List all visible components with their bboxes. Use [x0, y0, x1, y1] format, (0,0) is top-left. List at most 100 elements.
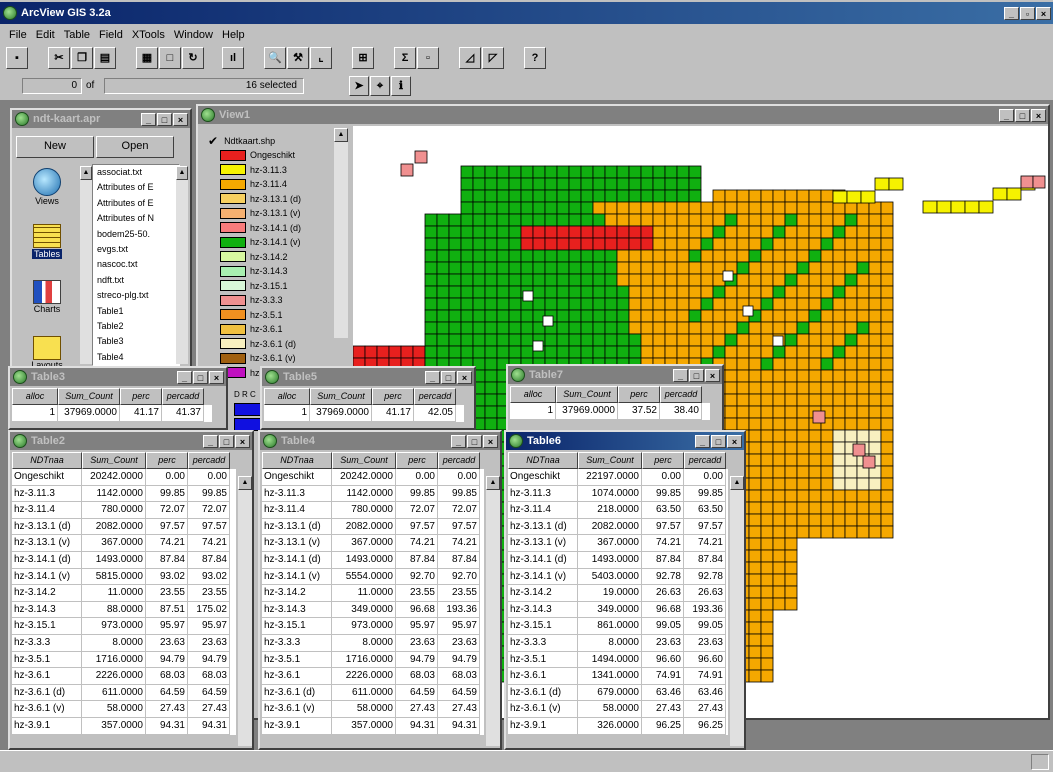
- table-row[interactable]: hz-3.14.3 88.0000 87.51 175.02: [12, 601, 236, 619]
- maximize-icon[interactable]: □: [219, 434, 234, 448]
- table-row[interactable]: hz-3.6.1 2226.0000 68.03 68.03: [262, 668, 484, 685]
- calculate-icon[interactable]: ▫: [417, 47, 439, 69]
- column-header[interactable]: Sum_Count: [556, 386, 618, 403]
- document-list-item[interactable]: associat.txt: [97, 165, 179, 180]
- minimize-icon[interactable]: _: [451, 434, 466, 448]
- sort-descending-icon[interactable]: ◸: [482, 47, 504, 69]
- column-header[interactable]: NDTnaa: [12, 452, 82, 469]
- column-header[interactable]: perc: [642, 452, 684, 469]
- table-row[interactable]: hz-3.11.3 1142.0000 99.85 99.85: [262, 485, 484, 503]
- legend-item[interactable]: hz-3.15.1: [200, 279, 348, 294]
- table-row[interactable]: hz-3.14.1 (v) 5554.0000 92.70 92.70: [262, 568, 484, 586]
- doc-type-layouts[interactable]: Layouts: [16, 336, 78, 368]
- column-header[interactable]: alloc: [12, 388, 58, 405]
- app-title-bar[interactable]: ArcView GIS 3.2a _ ▫ ×: [0, 2, 1053, 24]
- view-title-bar[interactable]: View1 _ □ ×: [198, 106, 1048, 124]
- table-row[interactable]: hz-3.14.1 (v) 5403.0000 92.78 92.78: [508, 568, 728, 586]
- table-row[interactable]: hz-3.14.2 19.0000 26.63 26.63: [508, 585, 728, 602]
- table-row[interactable]: hz-3.5.1 1716.0000 94.79 94.79: [262, 651, 484, 669]
- table5-title-bar[interactable]: Table5 _ □ ×: [262, 368, 474, 386]
- table6-title-bar[interactable]: Table6 _ □ ×: [506, 432, 744, 450]
- table2-title-bar[interactable]: Table2 _ □ ×: [10, 432, 252, 450]
- close-icon[interactable]: ×: [173, 112, 188, 126]
- column-header[interactable]: percadd: [414, 388, 456, 405]
- document-list-item[interactable]: Attributes of E: [97, 196, 179, 211]
- table-row[interactable]: hz-3.5.1 1716.0000 94.79 94.79: [12, 651, 236, 669]
- document-list-item[interactable]: Table3: [97, 334, 179, 349]
- legend-item[interactable]: hz-3.6.1: [200, 322, 348, 337]
- table-row[interactable]: hz-3.15.1 973.0000 95.97 95.97: [262, 618, 484, 635]
- save-icon[interactable]: ▪: [6, 47, 28, 69]
- document-list-item[interactable]: Table4: [97, 350, 179, 365]
- table-row[interactable]: hz-3.13.1 (d) 2082.0000 97.57 97.57: [508, 518, 728, 536]
- table-row[interactable]: 1 37969.0000 41.17 42.05: [264, 405, 464, 422]
- column-header[interactable]: Sum_Count: [578, 452, 642, 469]
- table-row[interactable]: hz-3.13.1 (d) 2082.0000 97.57 97.57: [262, 518, 484, 536]
- document-list-item[interactable]: Attributes of E: [97, 180, 179, 195]
- table-row[interactable]: hz-3.13.1 (d) 2082.0000 97.57 97.57: [12, 518, 236, 536]
- paste-icon[interactable]: ▤: [94, 47, 116, 69]
- promote-icon[interactable]: ⌞: [310, 47, 332, 69]
- table-row[interactable]: hz-3.3.3 8.0000 23.63 23.63: [262, 634, 484, 652]
- document-list-item[interactable]: ndft.txt: [97, 273, 179, 288]
- column-header[interactable]: perc: [372, 388, 414, 405]
- table-row[interactable]: hz-3.14.3 349.0000 96.68 193.36: [508, 601, 728, 619]
- restore-icon[interactable]: ▫: [1020, 6, 1035, 20]
- table4-scrollbar[interactable]: ▲: [486, 476, 500, 746]
- maximize-icon[interactable]: □: [689, 368, 704, 382]
- toc-scrollbar[interactable]: ▲: [334, 128, 348, 338]
- document-list-item[interactable]: nascoc.txt: [97, 257, 179, 272]
- menu-file[interactable]: File: [9, 29, 27, 41]
- document-list-item[interactable]: Table1: [97, 304, 179, 319]
- layer-header[interactable]: ✔ Ndtkaart.shp: [200, 134, 348, 148]
- legend-item[interactable]: hz-3.13.1 (v): [200, 206, 348, 221]
- legend-item[interactable]: hz-3.6.1 (v): [200, 351, 348, 366]
- minimize-icon[interactable]: _: [1004, 6, 1019, 20]
- legend-item[interactable]: hz-3.3.3: [200, 293, 348, 308]
- cut-icon[interactable]: ✂: [48, 47, 70, 69]
- column-header[interactable]: perc: [120, 388, 162, 405]
- table-row[interactable]: hz-3.9.1 326.0000 96.25 96.25: [508, 717, 728, 735]
- table-row[interactable]: hz-3.11.4 780.0000 72.07 72.07: [262, 502, 484, 519]
- table-row[interactable]: hz-3.6.1 (v) 58.0000 27.43 27.43: [12, 701, 236, 718]
- table-row[interactable]: hz-3.6.1 (v) 58.0000 27.43 27.43: [262, 701, 484, 718]
- column-header[interactable]: alloc: [510, 386, 556, 403]
- project-title-bar[interactable]: ndt-kaart.apr _ □ ×: [12, 110, 190, 128]
- copy-icon[interactable]: ❐: [71, 47, 93, 69]
- table-row[interactable]: hz-3.5.1 1494.0000 96.60 96.60: [508, 651, 728, 669]
- table-row[interactable]: hz-3.14.1 (v) 5815.0000 93.02 93.02: [12, 568, 236, 586]
- layer-visible-checkbox[interactable]: ✔: [208, 134, 218, 148]
- pointer-tool-icon[interactable]: ➤: [349, 76, 369, 96]
- close-icon[interactable]: ×: [457, 370, 472, 384]
- close-icon[interactable]: ×: [483, 434, 498, 448]
- legend-item[interactable]: hz-3.14.2: [200, 250, 348, 265]
- table-row[interactable]: hz-3.6.1 (d) 611.0000 64.59 64.59: [12, 684, 236, 702]
- table6-scrollbar[interactable]: ▲: [730, 476, 744, 746]
- close-icon[interactable]: ×: [705, 368, 720, 382]
- table-row[interactable]: hz-3.11.3 1074.0000 99.85 99.85: [508, 485, 728, 503]
- scroll-up-icon[interactable]: ▲: [486, 476, 500, 490]
- table-row[interactable]: hz-3.13.1 (v) 367.0000 74.21 74.21: [12, 535, 236, 552]
- table-row[interactable]: hz-3.13.1 (v) 367.0000 74.21 74.21: [508, 535, 728, 552]
- table2-scrollbar[interactable]: ▲: [238, 476, 252, 746]
- column-header[interactable]: Sum_Count: [58, 388, 120, 405]
- column-header[interactable]: perc: [396, 452, 438, 469]
- legend-item[interactable]: Ongeschikt: [200, 148, 348, 163]
- minimize-icon[interactable]: _: [695, 434, 710, 448]
- column-header[interactable]: perc: [618, 386, 660, 403]
- legend-item[interactable]: hz-3.14.3: [200, 264, 348, 279]
- chart-icon[interactable]: ıl: [222, 47, 244, 69]
- select-none-icon[interactable]: □: [159, 47, 181, 69]
- table-row[interactable]: hz-3.14.3 349.0000 96.68 193.36: [262, 601, 484, 619]
- sort-ascending-icon[interactable]: ◿: [459, 47, 481, 69]
- scroll-up-icon[interactable]: ▲: [334, 128, 348, 142]
- table-row[interactable]: Ongeschikt 20242.0000 0.00 0.00: [262, 469, 484, 486]
- column-header[interactable]: percadd: [188, 452, 230, 469]
- legend-item[interactable]: hz-3.14.1 (v): [200, 235, 348, 250]
- edit-tool-icon[interactable]: ⌖: [370, 76, 390, 96]
- menu-xtools[interactable]: XTools: [132, 29, 165, 41]
- legend-item[interactable]: hz-3.11.4: [200, 177, 348, 192]
- maximize-icon[interactable]: □: [1015, 108, 1030, 122]
- minimize-icon[interactable]: _: [999, 108, 1014, 122]
- column-header[interactable]: alloc: [264, 388, 310, 405]
